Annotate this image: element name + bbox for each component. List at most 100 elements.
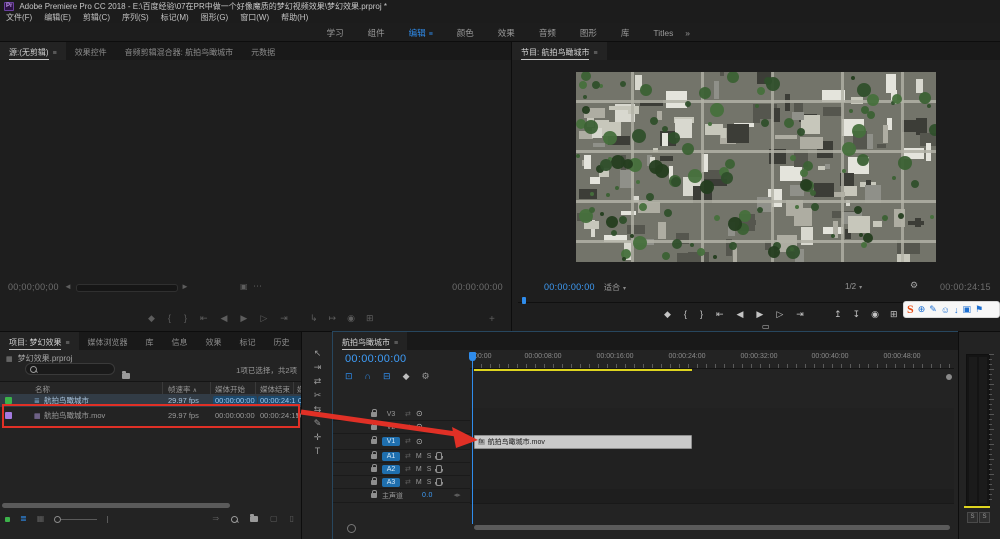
track-header-a3[interactable]: A3 ⇄ M S [333, 476, 470, 489]
button-editor-plus[interactable]: + [489, 314, 495, 325]
menu-graphics[interactable]: 图形(G) [201, 12, 229, 23]
bin-navigation-icon[interactable] [122, 373, 130, 379]
track-lane-a3[interactable] [470, 476, 954, 490]
timeline-playhead[interactable] [472, 352, 473, 524]
track-lane-v3[interactable] [470, 408, 954, 422]
track-target-a2[interactable]: A2 [382, 465, 400, 474]
track-output-eye-icon[interactable]: ⊙ [416, 438, 423, 446]
track-lock-icon[interactable] [371, 467, 377, 472]
menu-window[interactable]: 窗口(W) [240, 12, 269, 23]
thumbnail-zoom-slider[interactable] [54, 516, 108, 523]
mark-in-icon[interactable]: { [684, 310, 687, 319]
emoji-icon[interactable]: ☺ [941, 305, 950, 315]
solo-button[interactable]: S [427, 479, 432, 486]
tab-source[interactable]: 源:(无剪辑)≡ [0, 42, 66, 60]
workspace-tab-editing[interactable]: 编辑≡ [409, 27, 433, 39]
track-header-a1[interactable]: A1 ⇄ M S [333, 450, 470, 463]
timeline-timecode[interactable]: 00:00:00:00 [345, 353, 406, 365]
step-forward-icon[interactable]: ▷ [260, 314, 267, 323]
clear-trash-icon[interactable]: ▯ [290, 515, 294, 523]
track-header-a2[interactable]: A2 ⇄ M S [333, 463, 470, 476]
new-item-icon[interactable]: ▢ [270, 515, 278, 523]
program-settings-wrench-icon[interactable]: ⚙ [910, 281, 918, 290]
workspace-tab-audio[interactable]: 音频 [539, 27, 556, 39]
track-target-v3[interactable]: V3 [382, 410, 400, 419]
panel-menu-icon[interactable]: ≡ [593, 50, 597, 57]
find-icon[interactable] [231, 516, 238, 523]
mute-button[interactable]: M [416, 479, 422, 486]
track-lock-icon[interactable] [371, 439, 377, 444]
hand-tool-icon[interactable]: ✛ [302, 430, 333, 444]
workspace-tab-color[interactable]: 颜色 [457, 27, 474, 39]
voiceover-record-icon[interactable] [436, 478, 442, 486]
download-icon[interactable]: ↓ [954, 305, 959, 315]
track-target-v1[interactable]: V1 [382, 437, 400, 446]
workspace-tab-assembly[interactable]: 组件 [368, 27, 385, 39]
keyframe-nav-icon[interactable]: ◂▸ [454, 492, 461, 499]
snap-icon[interactable]: ∩ [365, 372, 371, 381]
export-frame-icon[interactable]: ◉ [347, 314, 355, 323]
item-name[interactable]: 航拍鸟瞰城市 [44, 395, 89, 406]
slip-tool-icon[interactable]: ⇆ [302, 402, 333, 416]
fit-dropdown[interactable]: 适合▾ [604, 282, 626, 293]
menu-sequence[interactable]: 序列(S) [122, 12, 149, 23]
workspace-overflow-icon[interactable]: » [685, 28, 690, 38]
source-more-icon[interactable]: ⋯ [253, 281, 262, 292]
solo-right-button[interactable]: S [979, 512, 990, 523]
screen-icon[interactable]: ▣ [962, 304, 971, 315]
sync-lock-icon[interactable]: ⇄ [405, 479, 411, 486]
sync-lock-icon[interactable]: ⇄ [405, 424, 411, 431]
track-lane-a1[interactable] [470, 450, 954, 464]
sync-lock-icon[interactable]: ⇄ [405, 466, 411, 473]
tab-metadata[interactable]: 元数据 [242, 42, 284, 60]
track-target-a3[interactable]: A3 [382, 478, 400, 487]
go-to-in-icon[interactable]: ⇤ [716, 310, 724, 319]
label-color-chip[interactable] [5, 397, 12, 404]
tab-sequence[interactable]: 航拍鸟瞰城市≡ [333, 332, 407, 350]
type-tool-icon[interactable]: T [302, 444, 333, 458]
panel-menu-icon[interactable]: ≡ [65, 340, 69, 347]
track-output-eye-icon[interactable]: ⊙ [416, 410, 423, 418]
tab-libraries[interactable]: 库 [137, 332, 163, 350]
overwrite-icon[interactable]: ↦ [329, 314, 337, 323]
play-icon[interactable]: ▶ [756, 310, 763, 319]
ripple-edit-tool-icon[interactable]: ⇄ [302, 374, 333, 388]
pen-icon[interactable]: ✎ [929, 304, 937, 315]
mute-button[interactable]: M [416, 466, 422, 473]
workspace-tab-titles[interactable]: Titles [653, 28, 673, 38]
razor-tool-icon[interactable]: ✂ [302, 388, 333, 402]
project-search-input[interactable] [25, 363, 115, 375]
selection-tool-icon[interactable]: ↖ [302, 346, 333, 360]
label-color-chip[interactable] [5, 412, 12, 419]
item-name[interactable]: 航拍鸟瞰城市.mov [44, 410, 105, 421]
project-row-sequence[interactable]: ≣ 航拍鸟瞰城市 29.97 fps 00:00:00:00 00:00:24:… [0, 394, 302, 407]
add-marker-icon[interactable]: ◆ [664, 310, 671, 319]
play-icon[interactable]: ▶ [240, 314, 247, 323]
track-target-a1[interactable]: A1 [382, 452, 400, 461]
lift-icon[interactable]: ↥ [834, 310, 842, 319]
panel-menu-icon[interactable]: ≡ [394, 340, 398, 347]
program-playhead[interactable] [522, 297, 526, 304]
flag-icon[interactable]: ⚑ [975, 304, 983, 315]
mark-out-icon[interactable]: } [184, 314, 187, 323]
extract-icon[interactable]: ↧ [853, 310, 861, 319]
menu-markers[interactable]: 标记(M) [161, 12, 189, 23]
workspace-tab-libraries[interactable]: 库 [621, 27, 630, 39]
pen-tool-icon[interactable]: ✎ [302, 416, 333, 430]
add-marker-icon[interactable]: ◆ [148, 314, 155, 323]
step-forward-icon[interactable]: ▷ [776, 310, 783, 319]
mute-button[interactable]: M [416, 453, 422, 460]
step-back-icon[interactable]: ◀ [737, 310, 744, 319]
timeline-clip[interactable]: fx 航拍鸟瞰城市.mov [474, 435, 692, 449]
playback-resolution-dropdown[interactable]: 1/2▾ [845, 282, 862, 291]
track-lock-icon[interactable] [371, 493, 377, 498]
source-settings-icon[interactable]: ▣ [240, 282, 248, 291]
mark-out-icon[interactable]: } [700, 310, 703, 319]
sync-lock-icon[interactable]: ⇄ [405, 453, 411, 460]
crosshair-icon[interactable]: ⊕ [918, 304, 926, 315]
timeline-horizontal-scrollbar[interactable] [474, 525, 950, 530]
slider-knob[interactable] [54, 516, 61, 523]
tab-audio-clip-mixer[interactable]: 音频剪辑混合器: 航拍鸟瞰城市 [116, 42, 242, 60]
add-marker-icon[interactable]: ◆ [403, 372, 410, 381]
source-zoom-scrollbar[interactable] [76, 284, 178, 292]
